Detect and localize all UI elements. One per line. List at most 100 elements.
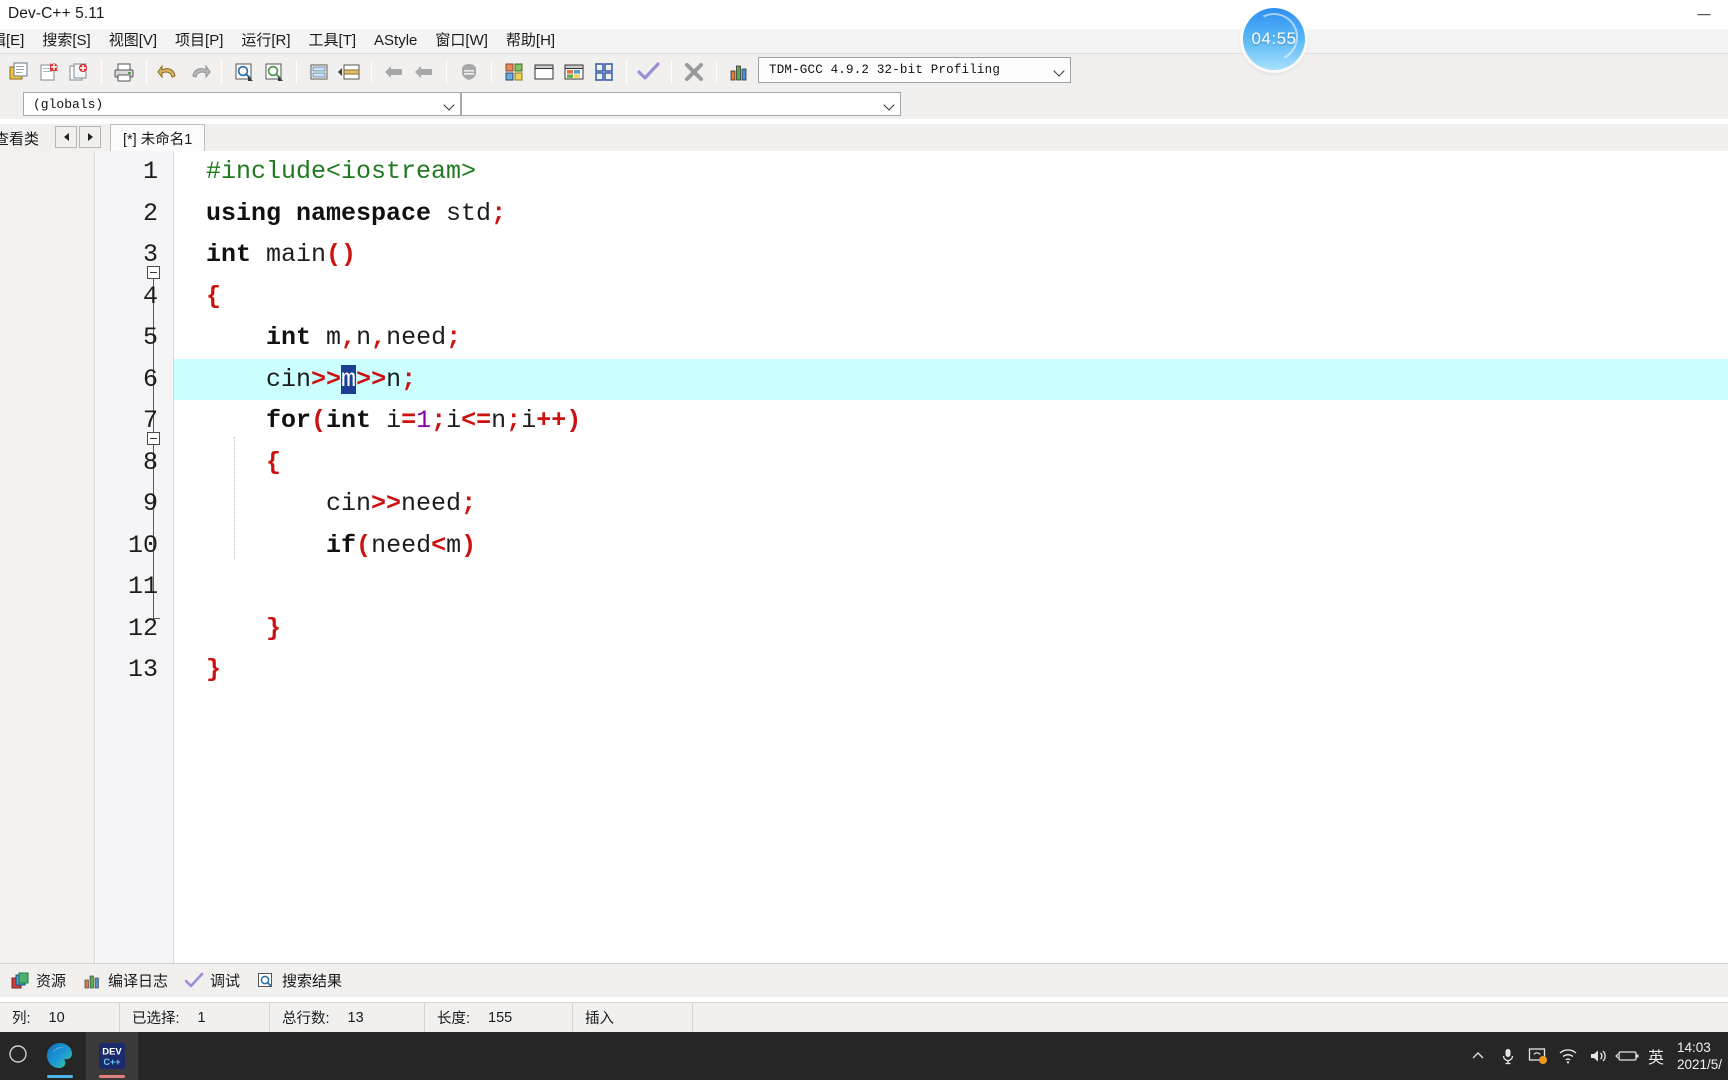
step-forward-button[interactable]	[410, 58, 438, 86]
code-line-text[interactable]: #include<iostream>	[206, 151, 476, 193]
menu-edit[interactable]: 辑[E]	[0, 29, 33, 53]
code-line[interactable]: 2 using namespace std;	[96, 193, 1728, 235]
line-number: 4	[142, 281, 158, 311]
tray-microphone[interactable]	[1493, 1032, 1523, 1080]
code-line[interactable]: 8 {	[96, 442, 1728, 484]
compiler-select[interactable]: TDM-GCC 4.9.2 32-bit Profiling	[758, 57, 1071, 83]
menu-window[interactable]: 窗口[W]	[426, 29, 497, 53]
find-button[interactable]	[230, 58, 258, 86]
tab-untitled1[interactable]: [*] 未命名1	[110, 124, 206, 151]
tray-overflow-button[interactable]	[1463, 1032, 1493, 1080]
rebuild-button[interactable]	[590, 58, 618, 86]
chevron-down-icon[interactable]	[438, 93, 460, 115]
code-line[interactable]: 11	[96, 566, 1728, 608]
code-line[interactable]: 3 int main()	[96, 234, 1728, 276]
tray-volume[interactable]	[1583, 1032, 1613, 1080]
menu-help[interactable]: 帮助[H]	[497, 29, 564, 53]
menu-astyle[interactable]: AStyle	[365, 29, 426, 53]
fold-marker-line8[interactable]	[147, 432, 160, 445]
code-lines[interactable]: 1 #include<iostream> 2 using namespace std;…	[96, 151, 1728, 963]
code-line-text[interactable]: if(need<m)	[206, 525, 476, 567]
run-window-icon	[534, 64, 554, 79]
syntax-check-button[interactable]	[635, 58, 663, 86]
code-line-text[interactable]: int m,n,need;	[206, 317, 461, 359]
code-line-text[interactable]: int main()	[206, 234, 356, 276]
toolbar-separator-2	[146, 59, 147, 84]
code-line-text[interactable]: cin>>m>>n;	[206, 359, 416, 401]
magnifier-next-icon	[265, 63, 283, 81]
tray-wifi[interactable]	[1553, 1032, 1583, 1080]
scope-combo[interactable]: (globals)	[23, 92, 461, 116]
code-line[interactable]: 6 cin>>m>>n;	[96, 358, 1728, 401]
chevron-down-icon[interactable]	[1048, 58, 1070, 82]
code-line[interactable]: 13}	[96, 649, 1728, 691]
code-line-text[interactable]: }	[206, 608, 281, 650]
taskbar-time: 14:03	[1676, 1040, 1711, 1055]
tray-display-cast[interactable]	[1523, 1032, 1553, 1080]
taskbar-clock[interactable]: 14:03 2021/5/	[1669, 1032, 1728, 1080]
bookmark-button[interactable]	[455, 58, 483, 86]
new-file-button[interactable]	[5, 58, 33, 86]
step-back-button[interactable]	[380, 58, 408, 86]
code-line-text[interactable]: }	[206, 649, 221, 691]
chevron-down-icon[interactable]	[878, 93, 900, 115]
code-token: i	[446, 406, 462, 435]
compile-run-button[interactable]	[560, 58, 588, 86]
member-combo[interactable]	[461, 92, 901, 116]
bottom-tab-debug[interactable]: 调试	[180, 967, 250, 995]
code-editor[interactable]: 1 #include<iostream> 2 using namespace std;…	[96, 151, 1728, 963]
goto-line-button[interactable]	[305, 58, 333, 86]
menu-project[interactable]: 项目[P]	[166, 29, 232, 53]
code-line[interactable]: 4{	[96, 276, 1728, 318]
code-line-text[interactable]: {	[206, 442, 281, 484]
taskbar-app-devcpp[interactable]: DEV C++	[86, 1032, 138, 1080]
code-line-text[interactable]: for(int i=1;i<=n;i++)	[206, 400, 581, 442]
code-line-text[interactable]: using namespace std;	[206, 193, 506, 235]
code-line[interactable]: 12 }	[96, 608, 1728, 650]
line-number: 9	[142, 489, 158, 518]
windows-start-icon	[9, 1044, 27, 1063]
tab-next-button[interactable]	[79, 126, 101, 148]
code-line-text[interactable]: cin>>need;	[206, 483, 476, 525]
code-token: n	[356, 323, 372, 352]
goto-function-button[interactable]	[335, 58, 363, 86]
code-line[interactable]: 9 cin>>need;	[96, 483, 1728, 525]
floating-timer-widget[interactable]: 04:55	[1243, 6, 1305, 70]
bottom-tab-resources[interactable]: 资源	[6, 967, 76, 995]
goto-function-icon	[338, 64, 360, 79]
menu-run[interactable]: 运行[R]	[232, 29, 299, 53]
menu-view[interactable]: 视图[V]	[100, 29, 166, 53]
code-token: )	[461, 530, 477, 560]
tray-battery[interactable]	[1613, 1032, 1643, 1080]
minimize-button[interactable]	[1680, 0, 1728, 29]
code-line-text[interactable]: {	[206, 276, 221, 318]
stop-button[interactable]	[680, 58, 708, 86]
run-button[interactable]	[530, 58, 558, 86]
save-file-button[interactable]	[65, 58, 93, 86]
start-button[interactable]	[0, 1044, 34, 1069]
line-number: 10	[127, 530, 158, 560]
profile-button[interactable]	[725, 58, 753, 86]
compile-button[interactable]	[500, 58, 528, 86]
redo-button[interactable]	[185, 58, 213, 86]
find-next-button[interactable]	[260, 58, 288, 86]
code-line[interactable]: 5 int m,n,need;	[96, 317, 1728, 359]
status-length: 长度: 155	[425, 1002, 573, 1033]
code-line[interactable]: 10 if(need<m)	[96, 525, 1728, 567]
bottom-tab-search-results[interactable]: 搜索结果	[252, 967, 352, 995]
bottom-tab-compile-log[interactable]: 编译日志	[78, 967, 178, 995]
taskbar-app-edge[interactable]	[34, 1032, 86, 1080]
bar-chart-icon	[82, 971, 102, 991]
tray-ime-indicator[interactable]: 英	[1643, 1032, 1669, 1080]
undo-button[interactable]	[155, 58, 183, 86]
menu-tools[interactable]: 工具[T]	[300, 29, 366, 53]
open-file-button[interactable]	[35, 58, 63, 86]
code-line[interactable]: 7 for(int i=1;i<=n;i++)	[96, 400, 1728, 442]
toolbar-file-group	[4, 58, 139, 86]
print-button[interactable]	[110, 58, 138, 86]
fold-marker-line4[interactable]	[147, 266, 160, 279]
code-line[interactable]: 1 #include<iostream>	[96, 151, 1728, 193]
tab-prev-button[interactable]	[55, 126, 77, 148]
menu-search[interactable]: 搜索[S]	[33, 29, 99, 53]
